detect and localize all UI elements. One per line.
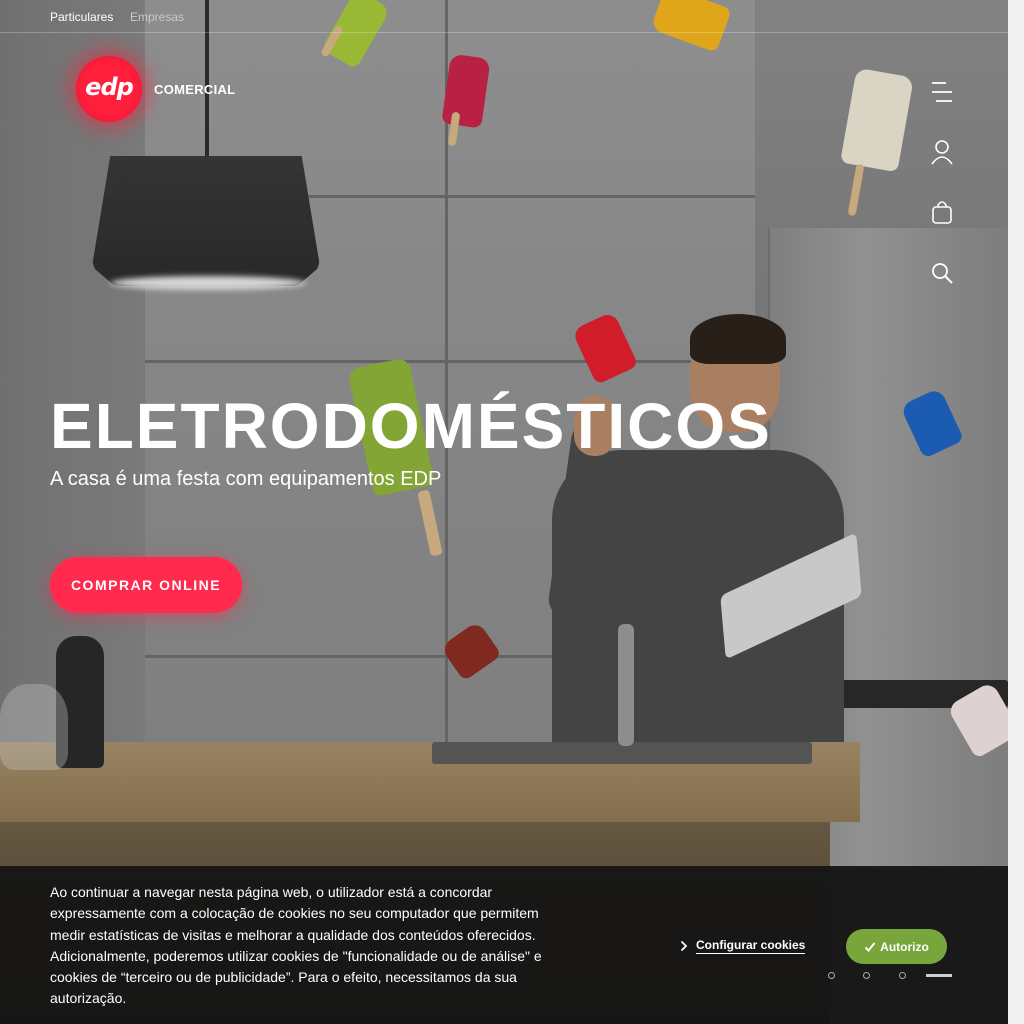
logo-text: edp: [85, 73, 134, 101]
cookie-banner: Ao continuar a navegar nesta página web,…: [0, 866, 1008, 1024]
cookie-text: Ao continuar a navegar nesta página web,…: [50, 884, 542, 1007]
cart-button[interactable]: [926, 196, 958, 228]
shopping-bag-icon: [932, 201, 952, 224]
account-button[interactable]: [926, 136, 958, 168]
edp-logo[interactable]: edp: [76, 56, 142, 122]
hero-subtitle: A casa é uma festa com equipamentos EDP: [50, 468, 442, 490]
accept-cookies-button[interactable]: Autorizo: [846, 929, 947, 964]
carousel-dot[interactable]: [863, 972, 870, 979]
tab-particulares[interactable]: Particulares: [50, 10, 113, 24]
configure-cookies-link[interactable]: Configurar cookies: [680, 938, 806, 954]
search-icon: [932, 263, 953, 284]
page-scrollbar[interactable]: [1008, 0, 1024, 1024]
segment-bar: Particulares Empresas: [0, 0, 1008, 33]
brand-sublabel: COMERCIAL: [154, 82, 236, 97]
accept-cookies-label: Autorizo: [880, 939, 929, 954]
check-icon: [864, 941, 876, 952]
menu-button[interactable]: [926, 76, 958, 108]
hero-title: ELETRODOMÉSTICOS: [50, 390, 772, 462]
carousel-dot[interactable]: [899, 972, 906, 979]
search-button[interactable]: [926, 256, 958, 288]
buy-online-button[interactable]: COMPRAR ONLINE: [50, 557, 242, 613]
configure-cookies-label: Configurar cookies: [696, 938, 806, 954]
carousel-dot[interactable]: [828, 972, 835, 979]
chevron-right-icon: [680, 940, 688, 952]
user-icon: [931, 140, 953, 165]
carousel-dot-active[interactable]: [926, 974, 952, 977]
menu-icon: [932, 82, 952, 102]
tab-empresas[interactable]: Empresas: [130, 10, 184, 24]
